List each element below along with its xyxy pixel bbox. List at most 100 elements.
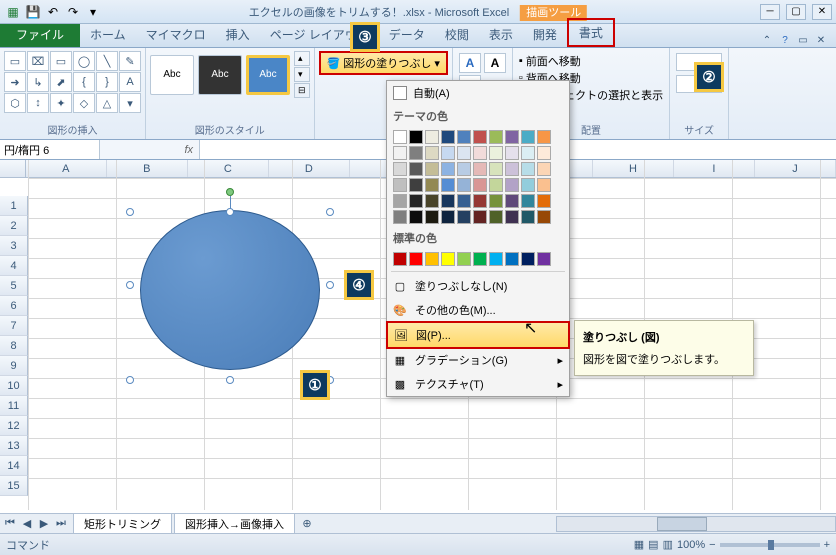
save-icon[interactable]: 💾 — [24, 3, 42, 21]
color-swatch[interactable] — [457, 178, 471, 192]
window-close-icon[interactable]: ✕ — [814, 33, 828, 47]
row-header[interactable]: 8 — [0, 336, 28, 356]
row-header[interactable]: 14 — [0, 456, 28, 476]
style-preset-1[interactable]: Abc — [150, 55, 194, 95]
tab-insert[interactable]: 挿入 — [216, 22, 260, 47]
tab-data[interactable]: データ — [379, 22, 435, 47]
row-header[interactable]: 11 — [0, 396, 28, 416]
tab-developer[interactable]: 開発 — [523, 22, 567, 47]
sheet-last-icon[interactable]: ⏭ — [53, 516, 69, 532]
fx-label[interactable]: fx — [100, 140, 200, 159]
view-layout-icon[interactable]: ▤ — [648, 538, 658, 551]
color-swatch[interactable] — [425, 252, 439, 266]
minimize-ribbon-icon[interactable]: ⌃ — [760, 33, 774, 47]
color-swatch[interactable] — [521, 146, 535, 160]
maximize-button[interactable]: ▢ — [786, 4, 806, 20]
color-swatch[interactable] — [393, 162, 407, 176]
shape-textbox2-icon[interactable]: A — [119, 72, 141, 92]
wordart-outline-icon[interactable]: A — [484, 53, 506, 73]
zoom-in-icon[interactable]: + — [824, 539, 830, 551]
resize-handle-n[interactable] — [226, 208, 234, 216]
style-more-icon[interactable]: ⊟ — [294, 83, 310, 98]
color-swatch[interactable] — [521, 178, 535, 192]
color-swatch[interactable] — [537, 146, 551, 160]
color-swatch[interactable] — [473, 252, 487, 266]
color-swatch[interactable] — [441, 252, 455, 266]
color-swatch[interactable] — [489, 178, 503, 192]
color-swatch[interactable] — [457, 146, 471, 160]
color-swatch[interactable] — [425, 194, 439, 208]
shape-arrow-icon[interactable]: ➜ — [4, 72, 26, 92]
shape-arrowblock-icon[interactable]: ⬈ — [50, 72, 72, 92]
color-swatch[interactable] — [409, 178, 423, 192]
more-colors-item[interactable]: 🎨その他の色(M)... — [387, 298, 569, 322]
select-all-corner[interactable] — [0, 160, 26, 177]
zoom-level[interactable]: 100% — [677, 539, 705, 551]
row-header[interactable]: 4 — [0, 256, 28, 276]
color-swatch[interactable] — [489, 194, 503, 208]
resize-handle-w[interactable] — [126, 208, 134, 216]
color-swatch[interactable] — [457, 162, 471, 176]
resize-handle-e[interactable] — [326, 208, 334, 216]
color-swatch[interactable] — [457, 194, 471, 208]
color-swatch[interactable] — [425, 162, 439, 176]
shape-hex-icon[interactable]: ⬡ — [4, 93, 26, 113]
redo-icon[interactable]: ↷ — [64, 3, 82, 21]
color-swatch[interactable] — [521, 252, 535, 266]
color-swatch[interactable] — [489, 146, 503, 160]
color-swatch[interactable] — [393, 130, 407, 144]
color-swatch[interactable] — [457, 130, 471, 144]
close-button[interactable]: ✕ — [812, 4, 832, 20]
picture-fill-item[interactable]: 🖼図(P)... — [386, 321, 570, 349]
color-swatch[interactable] — [521, 210, 535, 224]
color-swatch[interactable] — [505, 210, 519, 224]
color-swatch[interactable] — [409, 130, 423, 144]
sheet-next-icon[interactable]: ▶ — [36, 516, 52, 532]
row-header[interactable]: 7 — [0, 316, 28, 336]
shape-more-icon[interactable]: ▾ — [119, 93, 141, 113]
row-header[interactable]: 5 — [0, 276, 28, 296]
row-header[interactable]: 2 — [0, 216, 28, 236]
color-swatch[interactable] — [425, 210, 439, 224]
shape-rect2-icon[interactable]: ▭ — [50, 51, 72, 71]
color-swatch[interactable] — [537, 178, 551, 192]
color-swatch[interactable] — [505, 178, 519, 192]
color-swatch[interactable] — [441, 162, 455, 176]
color-swatch[interactable] — [393, 146, 407, 160]
color-swatch[interactable] — [393, 194, 407, 208]
shape-line-icon[interactable]: ╲ — [96, 51, 118, 71]
shape-connector-icon[interactable]: ↳ — [27, 72, 49, 92]
color-swatch[interactable] — [473, 130, 487, 144]
shape-oval-icon[interactable]: ◯ — [73, 51, 95, 71]
tab-view[interactable]: 表示 — [479, 22, 523, 47]
shape-arrow2-icon[interactable]: ↕ — [27, 93, 49, 113]
qat-more-icon[interactable]: ▾ — [84, 3, 102, 21]
color-swatch[interactable] — [409, 194, 423, 208]
color-swatch[interactable] — [441, 146, 455, 160]
color-swatch[interactable] — [537, 194, 551, 208]
color-swatch[interactable] — [537, 210, 551, 224]
gradient-item[interactable]: ▦グラデーション(G)▸ — [387, 348, 569, 372]
resize-handle-w2[interactable] — [126, 281, 134, 289]
no-fill-item[interactable]: ▢塗りつぶしなし(N) — [387, 274, 569, 298]
shape-brace-icon[interactable]: { — [73, 72, 95, 92]
shape-callout-icon[interactable]: ✦ — [50, 93, 72, 113]
color-swatch[interactable] — [505, 194, 519, 208]
style-preset-2[interactable]: Abc — [198, 55, 242, 95]
row-header[interactable]: 10 — [0, 376, 28, 396]
view-normal-icon[interactable]: ▦ — [634, 538, 644, 551]
shape-brace2-icon[interactable]: } — [96, 72, 118, 92]
color-swatch[interactable] — [521, 194, 535, 208]
color-swatch[interactable] — [393, 210, 407, 224]
style-scroll-down-icon[interactable]: ▾ — [294, 67, 310, 82]
color-swatch[interactable] — [441, 210, 455, 224]
bring-forward-button[interactable]: ▪前面へ移動 — [519, 53, 663, 69]
color-swatch[interactable] — [457, 252, 471, 266]
color-swatch[interactable] — [537, 252, 551, 266]
color-swatch[interactable] — [457, 210, 471, 224]
color-swatch[interactable] — [473, 210, 487, 224]
row-header[interactable]: 9 — [0, 356, 28, 376]
row-header[interactable]: 15 — [0, 476, 28, 496]
tab-home[interactable]: ホーム — [80, 22, 136, 47]
undo-icon[interactable]: ↶ — [44, 3, 62, 21]
